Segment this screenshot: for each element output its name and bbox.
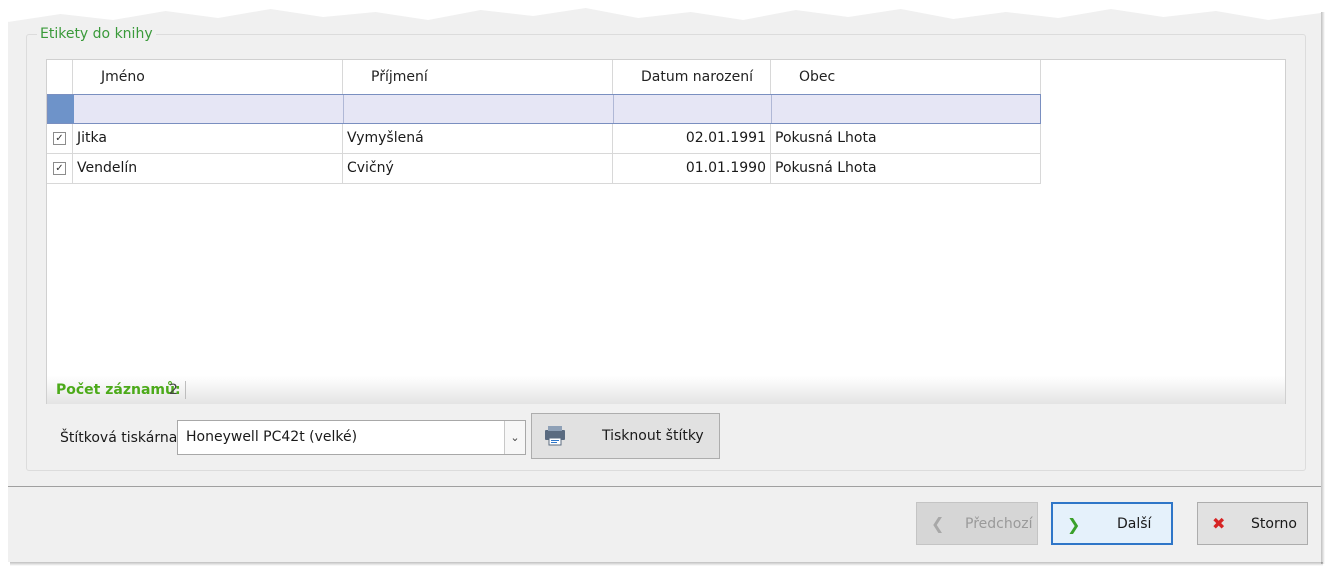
window-shadow-right (1321, 12, 1325, 564)
printer-select-value: Honeywell PC42t (velké) (186, 429, 358, 445)
cell-datum[interactable]: 02.01.1991 (613, 124, 771, 153)
grid-status-bar: Počet záznamů: 2 (47, 376, 1285, 404)
chevron-left-icon: ❮ (931, 514, 945, 533)
table-row[interactable]: ✓ Vendelín Cvičný 01.01.1990 Pokusná Lho… (47, 154, 1041, 184)
column-header-jmeno[interactable]: Jméno (73, 60, 343, 94)
filter-cell-jmeno[interactable] (74, 95, 344, 123)
cell-prijmeni[interactable]: Vymyšlená (343, 124, 613, 153)
chevron-down-icon[interactable]: ⌄ (504, 421, 525, 454)
cell-datum[interactable]: 01.01.1990 (613, 154, 771, 183)
filter-cell-prijmeni[interactable] (344, 95, 614, 123)
chevron-right-icon: ❯ (1067, 515, 1081, 534)
row-indicator-header (47, 60, 73, 94)
cell-jmeno[interactable]: Jitka (73, 124, 343, 153)
column-header-datum[interactable]: Datum narození (613, 60, 771, 94)
cell-jmeno[interactable]: Vendelín (73, 154, 343, 183)
filter-cell-datum[interactable] (614, 95, 772, 123)
cell-prijmeni[interactable]: Cvičný (343, 154, 613, 183)
close-icon: ✖ (1212, 514, 1226, 533)
records-grid[interactable]: Jméno Příjmení Datum narození Obec ✓ Jit… (46, 59, 1286, 404)
printer-label: Štítková tiskárna (60, 430, 178, 446)
row-checkbox-cell[interactable]: ✓ (47, 154, 73, 183)
next-button[interactable]: ❯ Další (1051, 502, 1173, 545)
cancel-button[interactable]: ✖ Storno (1197, 502, 1308, 545)
group-title: Etikety do knihy (37, 26, 156, 42)
cell-obec[interactable]: Pokusná Lhota (771, 124, 1041, 153)
next-label: Další (1117, 516, 1152, 532)
column-header-prijmeni[interactable]: Příjmení (343, 60, 613, 94)
record-count-value: 2 (169, 382, 178, 398)
column-header-obec[interactable]: Obec (771, 60, 1041, 94)
print-labels-button[interactable]: Tisknout štítky (531, 413, 720, 459)
status-separator (185, 381, 186, 399)
previous-button[interactable]: ❮ Předchozí (916, 502, 1038, 545)
record-count-label: Počet záznamů: (56, 382, 181, 398)
footer-divider (8, 486, 1321, 487)
filter-row-indicator (48, 95, 74, 123)
filter-cell-obec[interactable] (772, 95, 1040, 123)
previous-label: Předchozí (965, 516, 1033, 532)
printer-icon (545, 426, 565, 446)
printer-select[interactable]: Honeywell PC42t (velké) ⌄ (177, 420, 526, 455)
table-row[interactable]: ✓ Jitka Vymyšlená 02.01.1991 Pokusná Lho… (47, 124, 1041, 154)
window-shadow-bottom (10, 562, 1323, 566)
row-checkbox-cell[interactable]: ✓ (47, 124, 73, 153)
print-labels-label: Tisknout štítky (602, 428, 704, 444)
cancel-label: Storno (1251, 516, 1297, 532)
row-checkbox[interactable]: ✓ (53, 162, 66, 175)
cell-obec[interactable]: Pokusná Lhota (771, 154, 1041, 183)
row-checkbox[interactable]: ✓ (53, 132, 66, 145)
filter-row[interactable] (47, 94, 1041, 124)
